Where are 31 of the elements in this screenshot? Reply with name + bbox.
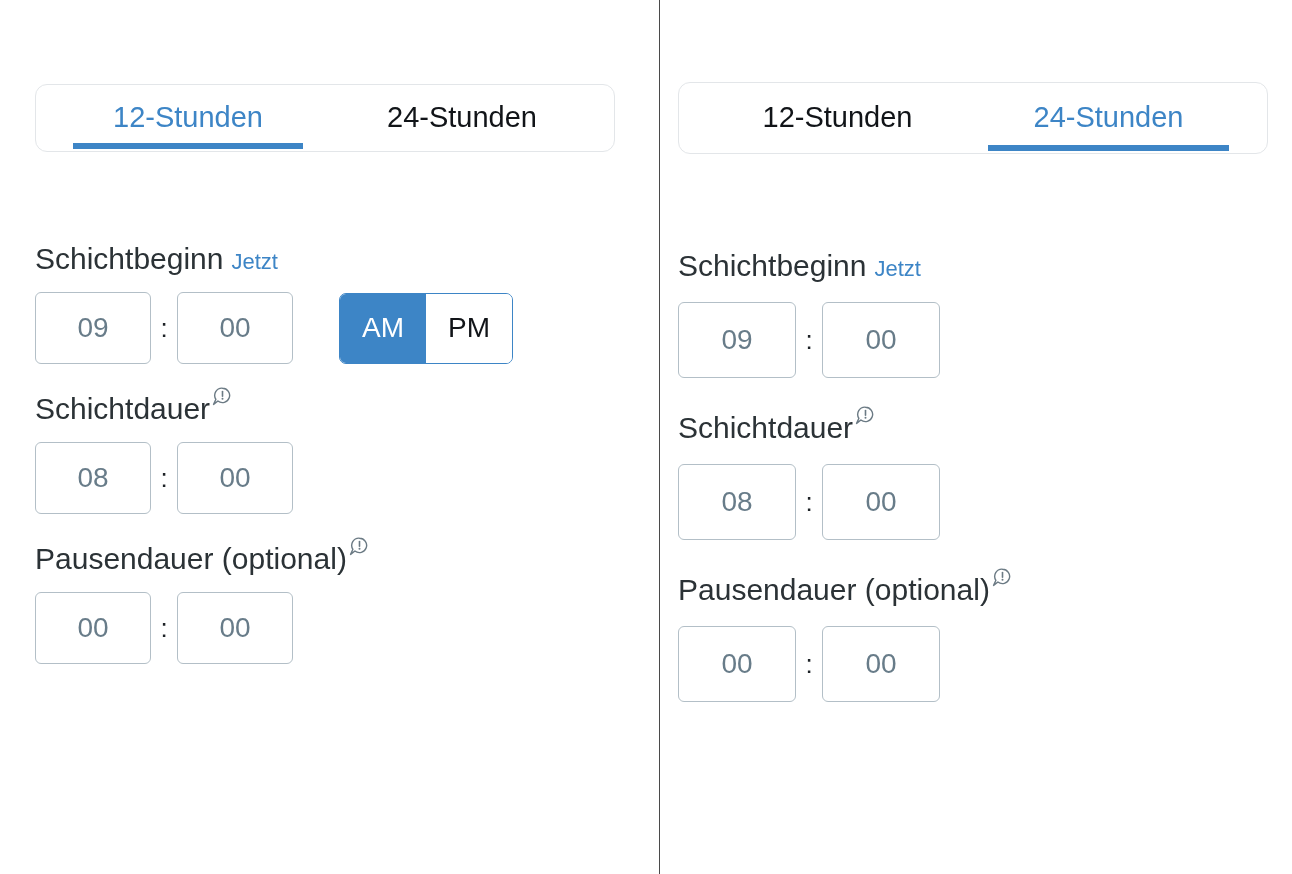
field-label: Pausendauer (optional) (678, 572, 990, 608)
tab[interactable]: 24-Stunden (988, 83, 1229, 151)
hours-field[interactable]: 00 (678, 626, 796, 702)
tab[interactable]: 12-Stunden (717, 83, 958, 151)
hours-field[interactable]: 08 (678, 464, 796, 540)
time-separator: : (804, 648, 814, 680)
now-link[interactable]: Jetzt (874, 256, 921, 282)
field-label: Schichtdauer (35, 391, 211, 427)
tab[interactable]: 12-Stunden (73, 85, 303, 149)
field-label: Schichtdauer (678, 410, 854, 446)
field-label: Schichtbeginn (678, 248, 867, 284)
time-separator: : (159, 462, 169, 494)
field-label: Schichtbeginn (35, 241, 224, 277)
time-separator: : (804, 486, 814, 518)
minutes-field[interactable]: 00 (177, 442, 293, 514)
minutes-field[interactable]: 00 (822, 302, 940, 378)
hours-field[interactable]: 00 (35, 592, 151, 664)
field-label: Pausendauer (optional) (35, 541, 347, 577)
tab[interactable]: 24-Stunden (347, 85, 577, 149)
hours-field[interactable]: 08 (35, 442, 151, 514)
now-link[interactable]: Jetzt (231, 249, 278, 275)
minutes-field[interactable]: 00 (177, 592, 293, 664)
minutes-field[interactable]: 00 (177, 292, 293, 364)
time-separator: : (159, 312, 169, 344)
time-separator: : (804, 324, 814, 356)
minutes-field[interactable]: 00 (822, 464, 940, 540)
time-separator: : (159, 612, 169, 644)
minutes-field[interactable]: 00 (822, 626, 940, 702)
hours-field[interactable]: 09 (35, 292, 151, 364)
hours-field[interactable]: 09 (678, 302, 796, 378)
am-pm-option[interactable]: AM (340, 293, 426, 363)
